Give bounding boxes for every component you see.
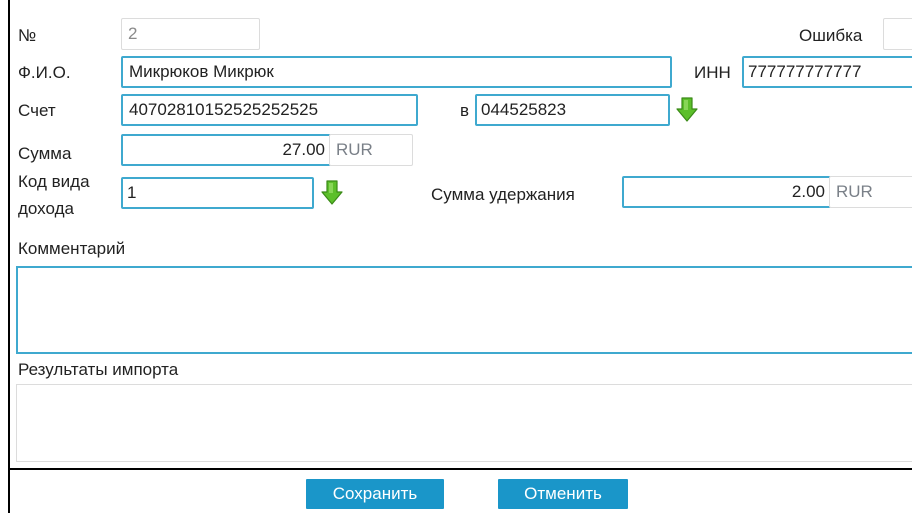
number-field: 2 <box>121 18 260 50</box>
income-code-label-line2: дохода <box>18 199 74 218</box>
withholding-input[interactable]: 2.00 <box>622 176 831 208</box>
amount-input[interactable]: 27.00 <box>121 134 331 166</box>
import-results-area <box>16 384 912 462</box>
inn-input[interactable]: 777777777777 <box>742 56 912 88</box>
inn-label: ИНН <box>694 63 731 82</box>
fio-label: Ф.И.О. <box>18 63 71 82</box>
error-field[interactable] <box>883 18 912 50</box>
comment-label: Комментарий <box>18 239 126 258</box>
save-button[interactable]: Сохранить <box>306 479 444 509</box>
number-label: № <box>18 26 37 45</box>
fio-input[interactable]: Микрюков Микрюк <box>121 56 672 88</box>
error-label: Ошибка <box>799 26 863 45</box>
cancel-button[interactable]: Отменить <box>498 479 628 509</box>
account-input[interactable]: 40702810152525252525 <box>121 94 418 126</box>
bank-label: в <box>460 101 470 120</box>
amount-currency: RUR <box>329 134 413 166</box>
income-code-label-line1: Код вида <box>18 172 90 191</box>
comment-textarea[interactable] <box>16 266 912 354</box>
bank-picker-arrow-icon[interactable] <box>676 97 698 123</box>
withholding-label: Сумма удержания <box>431 185 575 204</box>
amount-label: Сумма <box>18 144 72 163</box>
income-code-picker-arrow-icon[interactable] <box>321 180 343 206</box>
withholding-currency: RUR <box>829 176 912 208</box>
import-results-label: Результаты импорта <box>18 360 179 379</box>
income-code-input[interactable]: 1 <box>121 177 314 209</box>
account-label: Счет <box>18 101 56 120</box>
bank-input[interactable]: 044525823 <box>475 94 670 126</box>
footer-bar <box>8 468 912 513</box>
